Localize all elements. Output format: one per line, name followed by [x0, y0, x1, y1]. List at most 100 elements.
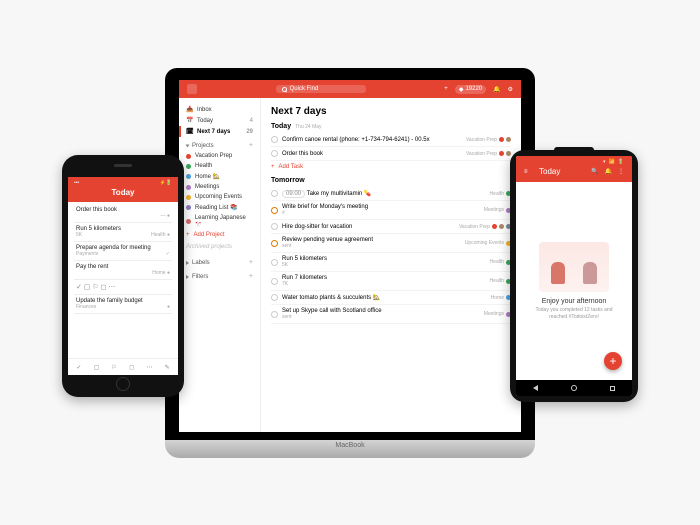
search-placeholder: Quick Find — [290, 86, 319, 92]
sidebar-project[interactable]: Meetings — [179, 182, 260, 192]
task-text: Review pending venue agreementsent — [282, 237, 461, 249]
project-name: Learning Japanese 🎌 — [195, 215, 253, 228]
desktop-topbar: Quick Find + ◆ 19220 🔔 ⚙ — [179, 80, 521, 98]
hamburger-menu-icon[interactable] — [524, 169, 533, 175]
sidebar-inbox[interactable]: 📥Inbox — [179, 104, 260, 115]
page-title: Next 7 days — [271, 106, 511, 117]
task-checkbox[interactable] — [271, 190, 278, 197]
search-icon[interactable]: 🔍 — [591, 168, 598, 175]
task-text: Order this book — [282, 151, 462, 157]
archived-projects[interactable]: Archived projects — [179, 240, 260, 254]
sidebar-projects-header[interactable]: Projects+ — [179, 137, 260, 151]
notifications-icon[interactable]: 🔔 — [493, 86, 500, 93]
task-text: Confirm canoe rental (phone: +1-734-794-… — [282, 137, 462, 143]
iphone-task-row[interactable]: Order this book— ● — [74, 204, 172, 223]
iphone-header: •••⚡🔋 Today — [68, 177, 178, 202]
add-project-link[interactable]: +Add Project — [179, 230, 260, 240]
task-checkbox[interactable] — [271, 223, 278, 230]
search-icon — [282, 87, 287, 92]
task-checkbox[interactable] — [271, 294, 278, 301]
nav-home-icon[interactable] — [571, 385, 577, 391]
add-task-button[interactable]: +Add Task — [271, 161, 511, 173]
laptop-base — [165, 440, 535, 458]
calendar-week-icon: 🗓 — [186, 128, 193, 135]
task-text: Run 7 kilometers7K — [282, 275, 486, 287]
iphone-task-row[interactable]: Run 5 kilometers5KHealth ● — [74, 223, 172, 242]
task-action-row: ✓ ▢ ⚐ ◻ ⋯ — [74, 280, 172, 295]
task-row[interactable]: Run 5 kilometers5KHealth — [271, 253, 511, 272]
empty-illustration — [539, 242, 609, 292]
plus-icon: + — [271, 164, 275, 170]
iphone-task-row[interactable]: Prepare agenda for meetingPayments✓ — [74, 242, 172, 261]
task-checkbox[interactable] — [271, 136, 278, 143]
task-row[interactable]: Review pending venue agreementsentUpcomi… — [271, 234, 511, 253]
tab-flag-icon[interactable]: ⚐ — [109, 362, 119, 372]
app-logo-icon[interactable] — [187, 84, 197, 94]
nav-back-icon[interactable] — [533, 385, 538, 391]
tab-edit-icon[interactable]: ✎ — [162, 362, 172, 372]
sidebar-today[interactable]: 📅Today4 — [179, 115, 260, 126]
nav-recent-icon[interactable] — [610, 386, 615, 391]
project-color-dot — [186, 154, 191, 159]
empty-title: Enjoy your afternoon — [542, 298, 607, 305]
sidebar-labels-header[interactable]: Labels+ — [179, 254, 260, 268]
karma-points[interactable]: ◆ 19220 — [455, 85, 486, 94]
sidebar-project[interactable]: Home 🏡 — [179, 171, 260, 182]
project-name: Meetings — [195, 184, 219, 190]
sidebar-project[interactable]: Learning Japanese 🎌 — [179, 213, 260, 230]
task-row[interactable]: Confirm canoe rental (phone: +1-734-794-… — [271, 133, 511, 147]
task-checkbox[interactable] — [271, 311, 278, 318]
notifications-icon[interactable]: 🔔 — [605, 168, 612, 175]
task-checkbox[interactable] — [271, 240, 278, 247]
day-header-tomorrow: Tomorrow — [271, 177, 511, 184]
task-row[interactable]: Set up Skype call with Scotland officese… — [271, 305, 511, 324]
tab-more-icon[interactable]: ⋯ — [144, 362, 154, 372]
project-name: Home 🏡 — [195, 173, 220, 180]
iphone-task-row[interactable]: Pay the rentHome ● — [74, 261, 172, 280]
sidebar-project[interactable]: Vacation Prep — [179, 151, 260, 161]
task-text: 09:00 Take my multivitamin 💊 — [282, 190, 486, 197]
sidebar-next7days[interactable]: 🗓Next 7 days29 — [179, 126, 260, 137]
add-icon[interactable]: + — [444, 86, 448, 92]
search-input[interactable]: Quick Find — [276, 85, 366, 93]
chevron-right-icon — [186, 275, 189, 279]
day-header-today: TodayThu 24 May — [271, 123, 511, 130]
task-text: Hire dog-sitter for vacation — [282, 224, 455, 230]
calendar-today-icon: 📅 — [186, 117, 193, 124]
fab-add-button[interactable]: + — [604, 352, 622, 370]
iphone-device: •••⚡🔋 Today Order this book— ●Run 5 kilo… — [62, 155, 184, 397]
task-text: Run 5 kilometers5K — [282, 256, 486, 268]
tab-calendar-icon[interactable]: ▢ — [91, 362, 101, 372]
sidebar-project[interactable]: Health — [179, 161, 260, 171]
task-row[interactable]: Water tomato plants & succulents 🏡Home — [271, 291, 511, 305]
project-name: Health — [195, 163, 212, 169]
task-row[interactable]: Order this bookVacation Prep — [271, 147, 511, 161]
project-name: Reading List 📚 — [195, 204, 238, 211]
task-text: Write brief for Monday's meeting# — [282, 204, 480, 216]
add-project-icon[interactable]: + — [249, 142, 253, 149]
task-checkbox[interactable] — [271, 207, 278, 214]
tab-check-icon[interactable]: ✓ — [74, 362, 84, 372]
task-checkbox[interactable] — [271, 259, 278, 266]
task-row[interactable]: Run 7 kilometers7KHealth — [271, 272, 511, 291]
more-icon[interactable]: ⋮ — [618, 168, 624, 175]
android-navbar — [516, 380, 632, 396]
project-color-dot — [186, 185, 191, 190]
project-name: Vacation Prep — [195, 153, 232, 159]
task-row[interactable]: Hire dog-sitter for vacationVacation Pre… — [271, 220, 511, 234]
settings-gear-icon[interactable]: ⚙ — [508, 86, 513, 93]
sidebar-project[interactable]: Reading List 📚 — [179, 202, 260, 213]
main-content: Next 7 days TodayThu 24 May Confirm cano… — [261, 98, 521, 432]
task-row[interactable]: 09:00 Take my multivitamin 💊Health — [271, 187, 511, 201]
task-checkbox[interactable] — [271, 278, 278, 285]
android-device: ▾📶🔋 Today 🔍 🔔 ⋮ Enjoy your afternoon Tod… — [510, 150, 638, 402]
empty-subtitle: Today you completed 12 tasks and reached… — [526, 307, 622, 320]
avatar-icon — [506, 137, 511, 142]
sidebar-project[interactable]: Upcoming Events — [179, 192, 260, 202]
task-checkbox[interactable] — [271, 150, 278, 157]
sidebar-filters-header[interactable]: Filters+ — [179, 268, 260, 282]
iphone-task-row[interactable]: Update the family budgetFinances● — [74, 295, 172, 314]
tab-comment-icon[interactable]: ◻ — [127, 362, 137, 372]
task-row[interactable]: Write brief for Monday's meeting#Meeting… — [271, 201, 511, 220]
laptop-device: Quick Find + ◆ 19220 🔔 ⚙ 📥Inbox 📅Today4 … — [165, 68, 535, 458]
